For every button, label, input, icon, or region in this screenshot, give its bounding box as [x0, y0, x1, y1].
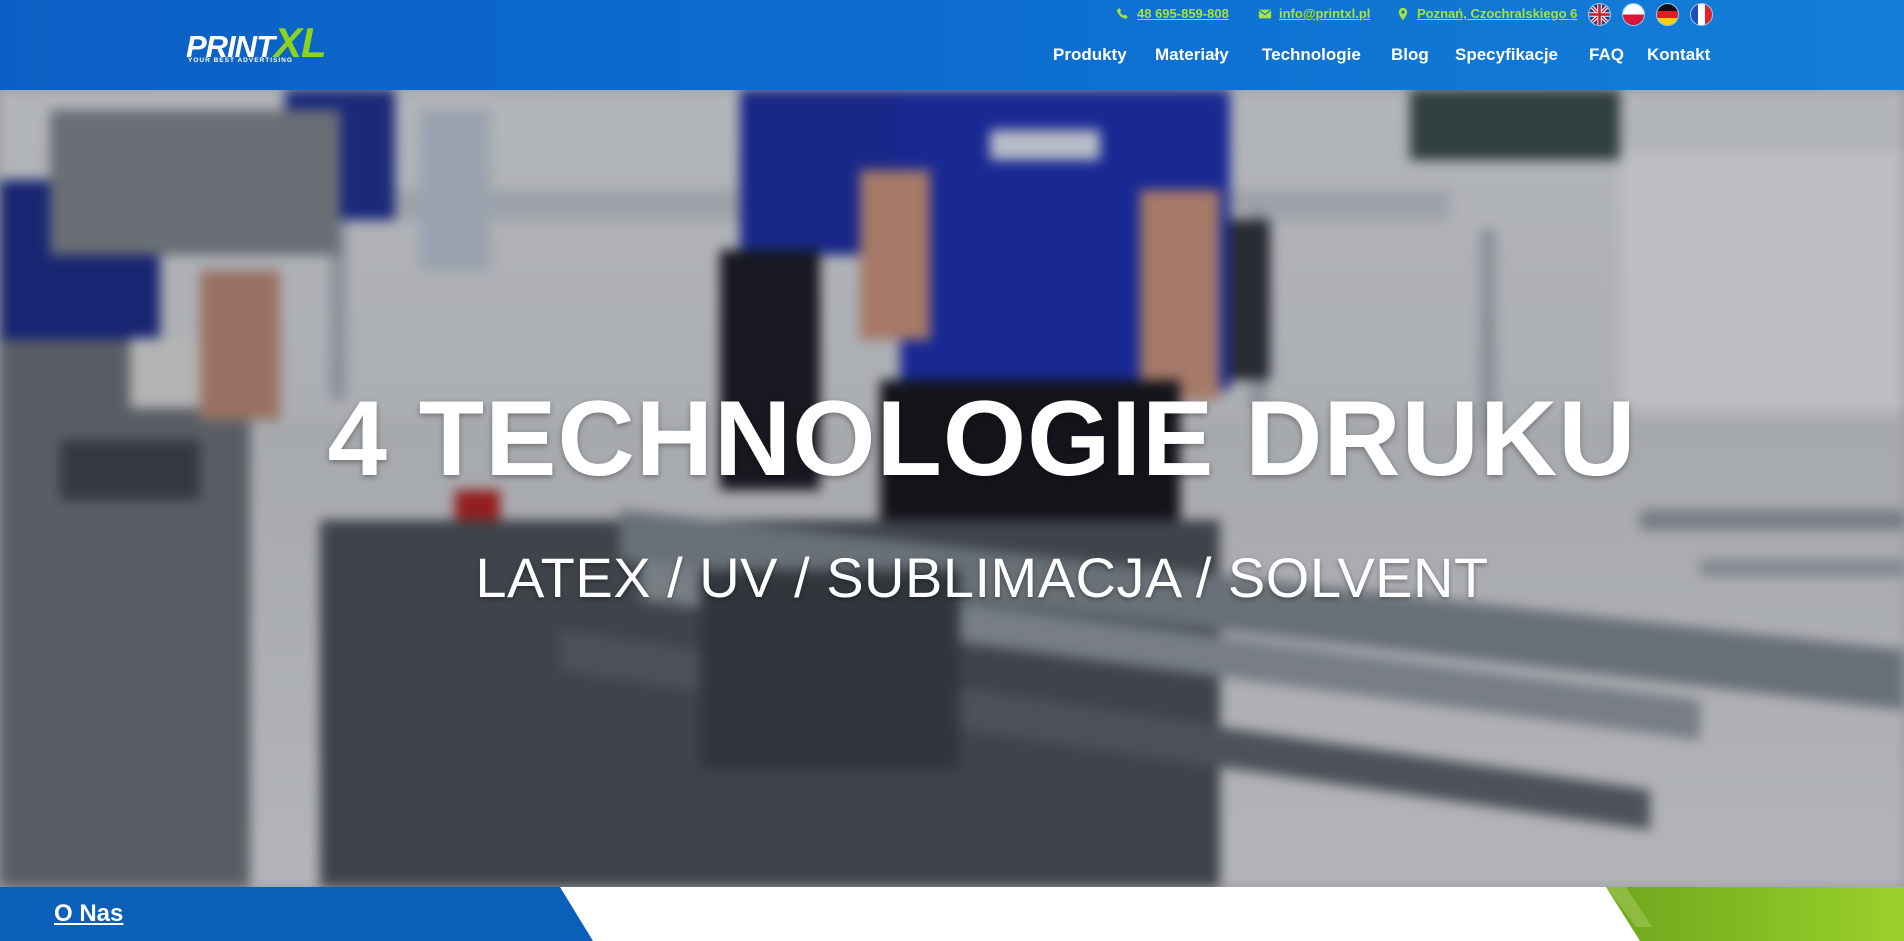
nav-item-materialy[interactable]: Materiały [1155, 44, 1229, 66]
email-address: info@printxl.pl [1279, 6, 1371, 21]
fr-flag-icon [1690, 3, 1713, 26]
hero-subtitle: LATEX / UV / SUBLIMACJA / SOLVENT [475, 546, 1489, 609]
phone-icon [1116, 7, 1128, 19]
mail-icon [1258, 9, 1272, 18]
nav-item-faq[interactable]: FAQ [1589, 44, 1624, 66]
nav-item-technologie[interactable]: Technologie [1262, 44, 1361, 66]
logo[interactable]: PRINTXL YOUR BEST ADVERTISING [186, 22, 376, 68]
de-flag-icon [1656, 3, 1679, 26]
email-link[interactable]: info@printxl.pl [1258, 6, 1370, 21]
phone-link[interactable]: 48 695-859-808 [1116, 6, 1229, 21]
language-switcher [1588, 3, 1713, 26]
address-link[interactable]: Poznań, Czochralskiego 6 [1396, 6, 1577, 21]
flag-fr[interactable] [1690, 3, 1713, 26]
green-accent-shape [1606, 887, 1904, 941]
logo-tagline: YOUR BEST ADVERTISING [188, 57, 293, 64]
hero-banner: 4 TECHNOLOGIE DRUKU LATEX / UV / SUBLIMA… [0, 90, 1904, 887]
flag-en[interactable] [1588, 3, 1611, 26]
flag-de[interactable] [1656, 3, 1679, 26]
address-text: Poznań, Czochralskiego 6 [1417, 6, 1578, 21]
site-header: PRINTXL YOUR BEST ADVERTISING 48 695-859… [0, 0, 1904, 90]
uk-flag-icon [1588, 3, 1611, 26]
about-us-tab[interactable]: O Nas [54, 899, 123, 929]
nav-item-kontakt[interactable]: Kontakt [1647, 44, 1710, 66]
location-icon [1398, 7, 1408, 20]
section-tabs: O Nas [0, 887, 1904, 941]
hero-title: 4 TECHNOLOGIE DRUKU [327, 378, 1637, 498]
nav-item-blog[interactable]: Blog [1391, 44, 1429, 66]
nav-item-specyfikacje[interactable]: Specyfikacje [1455, 44, 1558, 66]
phone-number: 48 695-859-808 [1137, 6, 1229, 21]
flag-pl[interactable] [1622, 3, 1645, 26]
nav-item-produkty[interactable]: Produkty [1053, 44, 1127, 66]
pl-flag-icon [1622, 3, 1645, 26]
